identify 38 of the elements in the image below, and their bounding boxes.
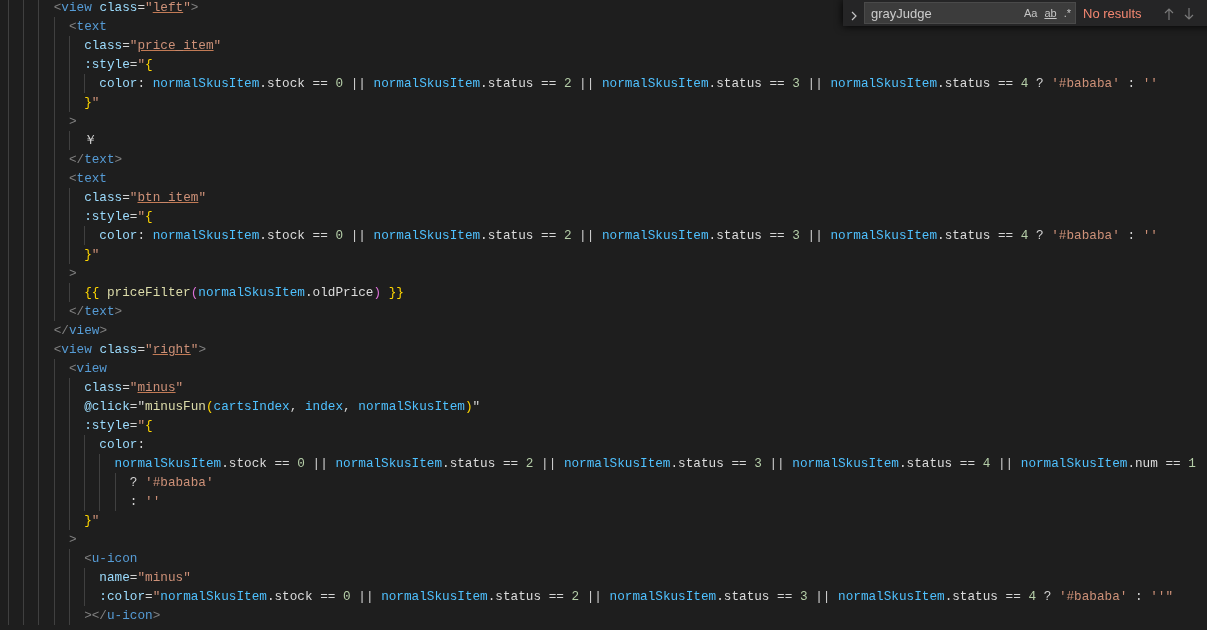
code-line: </text> bbox=[68, 303, 123, 320]
code-line: {{ priceFilter(normalSkusItem.oldPrice) }} bbox=[84, 284, 404, 301]
code-line: @click="minusFun(cartsIndex, index, normalSkusItem)" bbox=[84, 398, 481, 415]
code-line: :style="{ bbox=[84, 56, 153, 73]
code-line: <view bbox=[68, 360, 107, 377]
code-line: :style="{ bbox=[84, 208, 153, 225]
code-line: }" bbox=[84, 246, 100, 263]
code-line: </view> bbox=[53, 322, 107, 339]
find-input[interactable]: grayJudge Aa ab .* bbox=[864, 2, 1076, 24]
code-line: class="btn_item" bbox=[84, 189, 206, 206]
code-line: <u-icon bbox=[84, 550, 138, 567]
code-line: :color="normalSkusItem.stock == 0 || normalSkusItem.status == 2 || normalSkusItem.status == 3 || normalSkusItem.status == 4 ? '#bababa' : ''" bbox=[99, 588, 1174, 605]
code-line: > bbox=[68, 531, 77, 548]
find-result: No results bbox=[1083, 6, 1143, 21]
code-line: > bbox=[68, 113, 77, 130]
code-line: ￥ bbox=[84, 132, 98, 149]
code-line: </text> bbox=[68, 151, 123, 168]
regex-toggle[interactable]: .* bbox=[1063, 7, 1071, 19]
code-line: :style="{ bbox=[84, 417, 153, 434]
code-line: class="price_item" bbox=[84, 37, 222, 54]
code-line: ></u-icon> bbox=[84, 607, 161, 624]
code-line: color: bbox=[99, 436, 146, 453]
code-line: <text bbox=[68, 18, 107, 35]
code-line: <text bbox=[68, 170, 107, 187]
whole-word-toggle[interactable]: ab bbox=[1044, 7, 1057, 19]
code-line: <view class="left"> bbox=[53, 0, 199, 16]
match-case-toggle[interactable]: Aa bbox=[1023, 7, 1038, 19]
code-line: color: normalSkusItem.stock == 0 || normalSkusItem.status == 2 || normalSkusItem.status == 3 || normalSkusItem.status == 4 ? '#bababa' : '' bbox=[99, 75, 1158, 92]
code-line: }" bbox=[84, 512, 100, 529]
code-line: > bbox=[68, 265, 77, 282]
code-line: <view class="right"> bbox=[53, 341, 207, 358]
code-line: normalSkusItem.stock == 0 || normalSkusItem.status == 2 || normalSkusItem.status == 3 || normalSkusItem.status == 4 || normalSkusItem.num == 1 bbox=[114, 455, 1196, 472]
code-line: class="minus" bbox=[84, 379, 184, 396]
code-line: : '' bbox=[129, 493, 161, 510]
code-line: }" bbox=[84, 94, 100, 111]
code-line: ? '#bababa' bbox=[129, 474, 214, 491]
code-line: name="minus" bbox=[99, 569, 191, 586]
code-line: color: normalSkusItem.stock == 0 || normalSkusItem.status == 2 || normalSkusItem.status == 3 || normalSkusItem.status == 4 ? '#bababa' : '' bbox=[99, 227, 1158, 244]
